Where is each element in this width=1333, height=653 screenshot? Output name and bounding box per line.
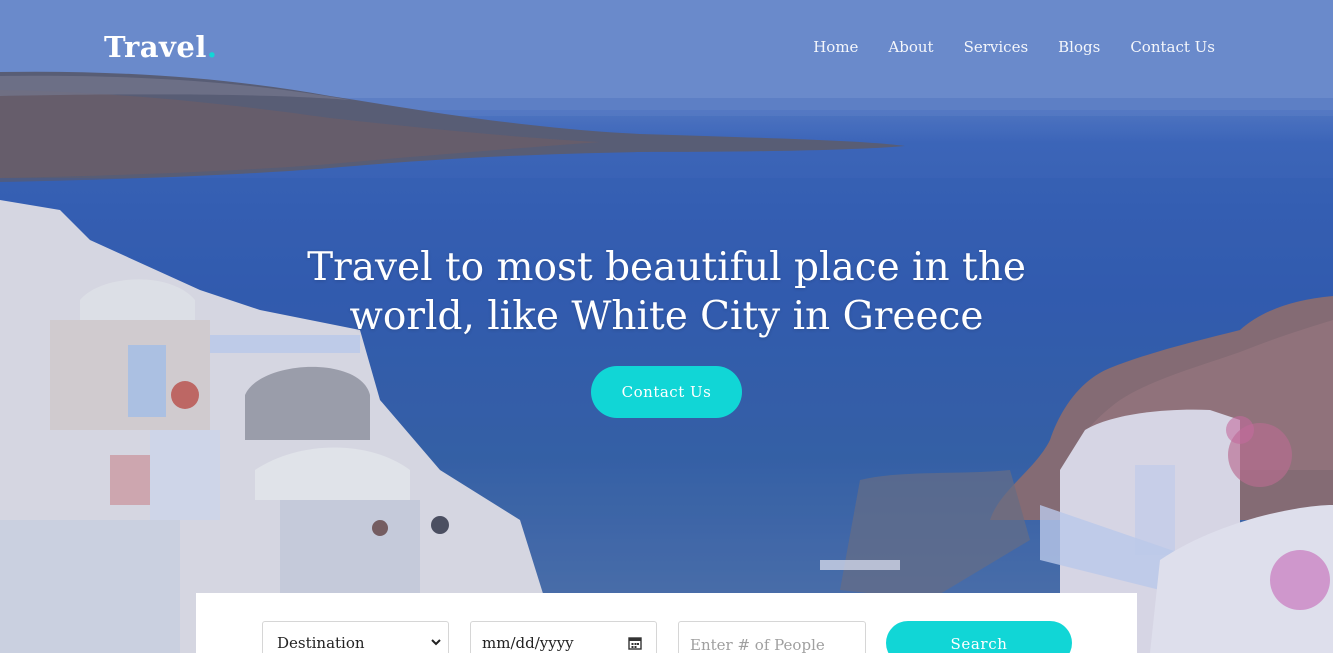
date-placeholder: mm/dd/yyyy [482, 634, 574, 652]
destination-value: Destination [277, 634, 365, 652]
date-input[interactable]: mm/dd/yyyy [470, 621, 657, 653]
nav-contact-link[interactable]: Contact Us [1130, 38, 1215, 56]
contact-us-button[interactable]: Contact Us [591, 366, 742, 418]
search-button[interactable]: Search [886, 621, 1072, 653]
brand-name: Travel [104, 30, 207, 64]
hero-headline: Travel to most beautiful place in the wo… [307, 245, 1026, 339]
hero-background: Travel. Home About Services Blogs Contac… [0, 0, 1333, 653]
nav-blogs-link[interactable]: Blogs [1058, 38, 1100, 56]
nav-home-link[interactable]: Home [813, 38, 858, 56]
chevron-down-icon [431, 639, 441, 646]
nav-menu: Home About Services Blogs Contact Us [813, 38, 1215, 56]
people-count-input[interactable] [679, 622, 865, 653]
booking-search-panel: Destination mm/dd/yyyy Search [196, 593, 1137, 653]
nav-about-link[interactable]: About [888, 38, 933, 56]
destination-select[interactable]: Destination [262, 621, 449, 653]
people-count-field [678, 621, 866, 653]
top-navigation: Travel. Home About Services Blogs Contac… [0, 0, 1333, 100]
nav-services-link[interactable]: Services [964, 38, 1029, 56]
brand-logo[interactable]: Travel. [104, 30, 217, 64]
brand-dot: . [206, 30, 218, 64]
calendar-icon[interactable] [628, 636, 642, 650]
